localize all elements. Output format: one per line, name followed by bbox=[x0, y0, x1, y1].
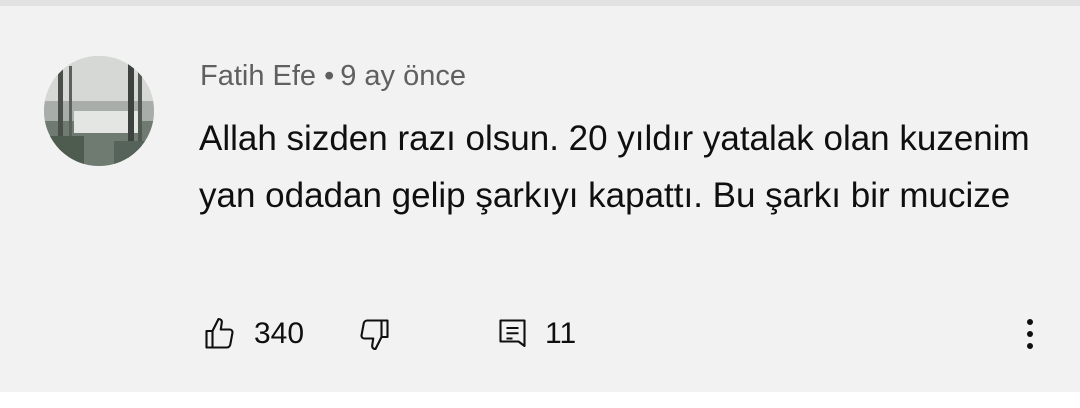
bottom-divider bbox=[0, 392, 1080, 408]
reply-count[interactable]: 11 bbox=[545, 314, 576, 354]
like-count: 340 bbox=[254, 317, 305, 350]
comment-card: Fatih Efe • 9 ay önce Allah sizden razı ol… bbox=[0, 6, 1080, 392]
comment-icon[interactable] bbox=[496, 316, 532, 352]
comment-text: Allah sizden razı olsun. 20 yıldır yatal… bbox=[199, 119, 1030, 215]
comment-timestamp[interactable]: 9 ay önce bbox=[340, 60, 466, 92]
avatar-image bbox=[44, 56, 154, 166]
thumbs-down-icon[interactable] bbox=[356, 316, 392, 352]
thumbs-up-icon[interactable] bbox=[202, 316, 238, 352]
comment-actions: 340 11 bbox=[0, 312, 1080, 356]
avatar[interactable] bbox=[44, 56, 154, 166]
comment-meta: Fatih Efe • 9 ay önce bbox=[200, 58, 466, 94]
more-vertical-icon[interactable] bbox=[1014, 314, 1046, 354]
meta-separator: • bbox=[324, 60, 335, 92]
author-name[interactable]: Fatih Efe bbox=[200, 60, 316, 92]
